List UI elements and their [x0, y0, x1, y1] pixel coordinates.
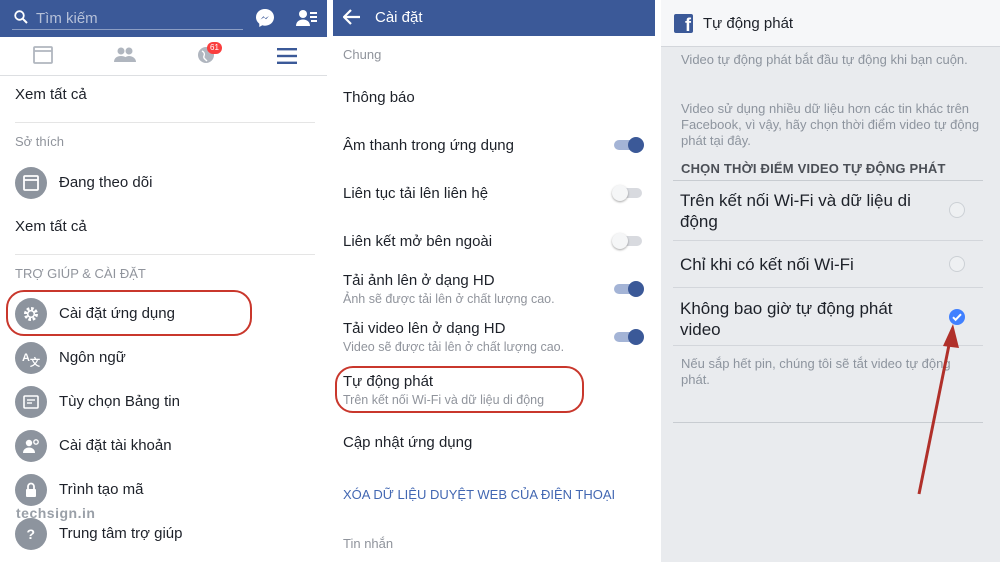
svg-text:文: 文 — [30, 356, 40, 367]
following-label: Đang theo dõi — [59, 174, 153, 191]
upload-photo-hd-item[interactable]: Tải ảnh lên ở dạng HD — [343, 272, 495, 289]
general-header: Chung — [343, 47, 382, 62]
code-generator-label: Trình tạo mã — [59, 481, 144, 498]
divider — [15, 122, 315, 123]
language-icon: A文 — [15, 342, 47, 374]
account-settings-item[interactable]: Cài đặt tài khoản — [0, 424, 327, 468]
search-input[interactable] — [36, 6, 236, 30]
code-generator-icon — [15, 474, 47, 506]
middle-panel: Cài đặt Chung Thông báo Âm thanh trong ứ… — [333, 0, 655, 562]
update-app-item[interactable]: Cập nhật ứng dụng — [343, 434, 472, 451]
upload-video-hd-item[interactable]: Tải video lên ở dạng HD — [343, 320, 505, 337]
search-box[interactable] — [12, 6, 243, 30]
red-arrow-annotation — [917, 324, 959, 495]
app-settings-label: Cài đặt ứng dụng — [59, 305, 175, 322]
app-settings-item[interactable]: Cài đặt ứng dụng — [0, 292, 327, 336]
language-label: Ngôn ngữ — [59, 349, 126, 366]
in-app-sound-toggle[interactable] — [612, 137, 644, 153]
search-icon — [14, 10, 28, 24]
back-arrow-icon[interactable] — [343, 9, 361, 25]
continuous-upload-toggle[interactable] — [612, 185, 644, 201]
messages-header: Tin nhắn — [343, 536, 394, 551]
divider — [15, 254, 315, 255]
news-feed-preferences-item[interactable]: Tùy chọn Bảng tin — [0, 380, 327, 424]
help-center-label: Trung tâm trợ giúp — [59, 525, 183, 542]
notification-badge: 61 — [207, 42, 222, 54]
news-feed-tab-icon[interactable] — [33, 46, 53, 64]
clear-browsing-data-link[interactable]: XÓA DỮ LIỆU DUYỆT WEB CỦA ĐIỆN THOẠI — [343, 487, 615, 502]
account-settings-icon — [15, 430, 47, 462]
account-settings-label: Cài đặt tài khoản — [59, 437, 172, 454]
following-icon — [15, 167, 47, 199]
watermark: techsign.in — [16, 505, 96, 521]
autoplay-item[interactable]: Tự động phát — [343, 373, 433, 390]
help-settings-header: TRỢ GIÚP & CÀI ĐẶT — [15, 266, 146, 281]
see-all-link-2[interactable]: Xem tất cả — [15, 218, 87, 235]
news-feed-preferences-label: Tùy chọn Bảng tin — [59, 393, 180, 410]
upload-photo-hd-subtitle: Ảnh sẽ được tải lên ở chất lượng cao. — [343, 292, 555, 306]
messenger-icon[interactable] — [254, 7, 276, 29]
upload-photo-hd-toggle[interactable] — [612, 281, 644, 297]
continuous-upload-item[interactable]: Liên tục tải lên liên hệ — [343, 185, 488, 202]
language-item[interactable]: A文 Ngôn ngữ — [0, 336, 327, 380]
svg-text:?: ? — [27, 526, 36, 542]
upload-video-hd-toggle[interactable] — [612, 329, 644, 345]
friends-tab-icon[interactable] — [114, 46, 136, 64]
left-panel: 61 Xem tất cả Sở thích Đang theo dõi Xem… — [0, 0, 327, 562]
gear-icon — [15, 298, 47, 330]
following-item[interactable]: Đang theo dõi — [0, 161, 327, 205]
tab-bar: 61 — [0, 37, 327, 76]
top-bar — [0, 0, 327, 37]
see-all-link[interactable]: Xem tất cả — [15, 86, 87, 103]
settings-top-bar: Cài đặt — [333, 0, 655, 36]
help-icon: ? — [15, 518, 47, 550]
autoplay-subtitle: Trên kết nối Wi-Fi và dữ liệu di động — [343, 393, 545, 407]
external-links-item[interactable]: Liên kết mở bên ngoài — [343, 233, 492, 250]
news-feed-icon — [15, 386, 47, 418]
page-title: Cài đặt — [375, 9, 423, 26]
external-links-toggle[interactable] — [612, 233, 644, 249]
right-panel: f Tự động phát Video tự động phát bắt đầ… — [661, 0, 1000, 562]
menu-icon[interactable] — [277, 48, 297, 64]
notifications-item[interactable]: Thông báo — [343, 89, 415, 106]
upload-video-hd-subtitle: Video sẽ được tải lên ở chất lượng cao. — [343, 340, 565, 354]
interests-header: Sở thích — [15, 134, 64, 149]
friend-requests-icon[interactable] — [296, 7, 318, 29]
in-app-sound-item[interactable]: Âm thanh trong ứng dụng — [343, 137, 514, 154]
svg-text:A: A — [22, 352, 30, 364]
